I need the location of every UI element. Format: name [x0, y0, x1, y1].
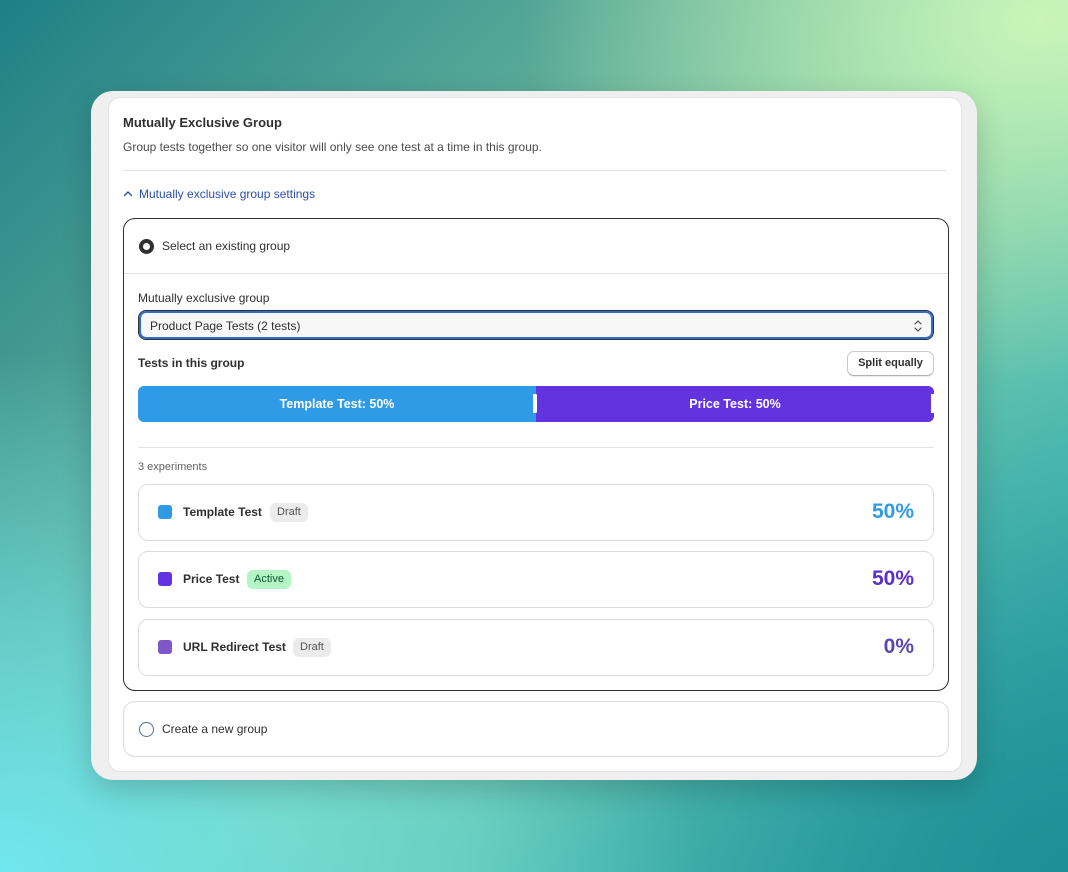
group-select-value: Product Page Tests (2 tests) [150, 319, 301, 333]
new-group-radio[interactable] [139, 722, 154, 737]
experiment-row-url-redirect-test[interactable]: URL Redirect Test Draft 0% [138, 619, 934, 676]
group-settings-card: Mutually Exclusive Group Group tests tog… [108, 97, 962, 772]
section-description: Group tests together so one visitor will… [123, 140, 542, 154]
existing-group-radio-label: Select an existing group [162, 239, 291, 253]
allocation-segment-template-test[interactable]: Template Test: 50% [138, 386, 536, 422]
allocation-bar: Template Test: 50% Price Test: 50% [138, 386, 934, 422]
allocation-end-handle[interactable] [931, 394, 934, 413]
select-arrows-icon [914, 320, 922, 332]
experiment-name: Price Test [183, 572, 240, 586]
existing-group-option: Select an existing group Mutually exclus… [123, 218, 949, 691]
experiment-color-swatch [158, 505, 172, 519]
experiment-name: URL Redirect Test [183, 640, 286, 654]
existing-group-option-header[interactable]: Select an existing group [124, 219, 948, 274]
group-settings-toggle[interactable]: Mutually exclusive group settings [123, 187, 315, 201]
experiment-row-template-test[interactable]: Template Test Draft 50% [138, 484, 934, 541]
group-select-label: Mutually exclusive group [138, 291, 270, 305]
status-badge: Active [247, 570, 291, 589]
allocation-segment-price-test[interactable]: Price Test: 50% [536, 386, 934, 422]
experiment-color-swatch [158, 640, 172, 654]
section-title: Mutually Exclusive Group [123, 115, 282, 130]
divider [123, 170, 947, 171]
experiment-percent: 50% [871, 500, 914, 523]
experiment-color-swatch [158, 572, 172, 586]
experiment-name: Template Test [183, 505, 262, 519]
group-settings-toggle-label: Mutually exclusive group settings [139, 187, 316, 201]
split-equally-button[interactable]: Split equally [847, 351, 934, 376]
experiment-percent: 50% [871, 567, 914, 590]
status-badge: Draft [270, 503, 308, 522]
new-group-option[interactable]: Create a new group [123, 701, 949, 757]
allocation-split-handle[interactable] [533, 394, 537, 413]
status-badge: Draft [293, 638, 331, 657]
existing-group-radio[interactable] [139, 239, 154, 254]
divider [138, 447, 934, 448]
experiment-row-price-test[interactable]: Price Test Active 50% [138, 551, 934, 608]
tests-in-group-label: Tests in this group [138, 356, 245, 370]
allocation-segment-label: Price Test: 50% [689, 397, 781, 411]
experiments-count: 3 experiments [138, 461, 208, 473]
experiment-percent: 0% [883, 635, 914, 658]
group-select[interactable]: Product Page Tests (2 tests) [138, 310, 934, 340]
new-group-radio-label: Create a new group [162, 722, 268, 736]
allocation-segment-label: Template Test: 50% [279, 397, 395, 411]
chevron-up-icon [123, 191, 133, 197]
